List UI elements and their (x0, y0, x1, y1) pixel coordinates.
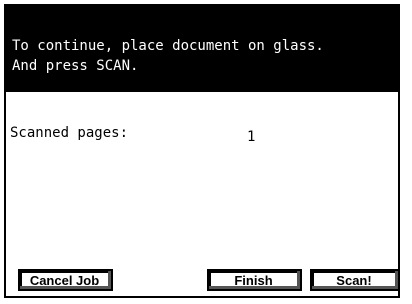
instruction-banner: To continue, place document on glass. An… (6, 6, 398, 92)
scan-label: Scan! (336, 272, 372, 288)
cancel-job-button[interactable]: Cancel Job (18, 269, 113, 291)
scan-dialog: To continue, place document on glass. An… (4, 4, 400, 298)
finish-label: Finish (234, 272, 273, 288)
finish-button[interactable]: Finish (207, 269, 302, 291)
cancel-job-label: Cancel Job (29, 272, 100, 288)
scan-button[interactable]: Scan! (310, 269, 400, 291)
scanned-pages-count: 1 (247, 129, 256, 145)
instruction-line-1: To continue, place document on glass. (12, 38, 324, 54)
scanned-pages-label: Scanned pages: (10, 125, 129, 141)
instruction-line-2: And press SCAN. (12, 58, 139, 74)
